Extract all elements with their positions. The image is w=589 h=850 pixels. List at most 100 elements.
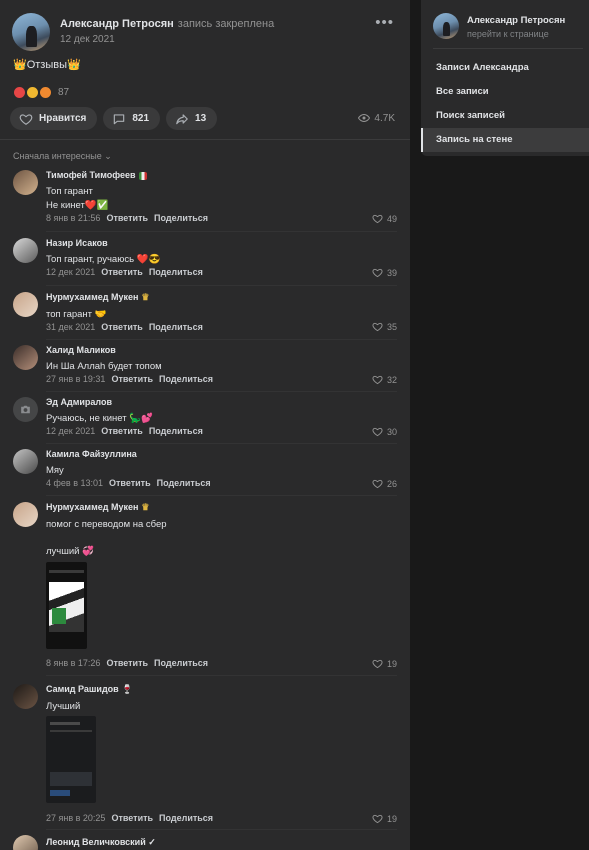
post-author: Александр Петросян запись закреплена — [60, 18, 274, 30]
pinned-label: запись закреплена — [177, 18, 275, 30]
sidebar-item-all-posts[interactable]: Все записи — [421, 80, 589, 104]
comment-like-button[interactable]: 26 — [372, 478, 397, 489]
divider — [46, 495, 397, 496]
comment-text: Топ гарант, ручаюсь ❤️😎 — [46, 254, 161, 265]
go-to-page-link[interactable]: перейти к странице — [467, 29, 565, 39]
comments-count: 821 — [132, 113, 150, 124]
like-button[interactable]: Нравится — [10, 107, 98, 130]
commenter-name[interactable]: Эд Адмиралов — [46, 397, 396, 407]
divider — [46, 443, 397, 444]
reaction-heart-icon — [13, 86, 26, 99]
sidebar-item-search-posts[interactable]: Поиск записей — [421, 104, 589, 128]
flag-icon — [138, 171, 147, 180]
comment-like-button[interactable]: 39 — [372, 267, 397, 278]
reaction-laugh-icon — [26, 86, 39, 99]
post-date[interactable]: 12 дек 2021 — [60, 34, 274, 45]
divider — [46, 675, 397, 676]
post-text: 👑Отзывы👑 — [13, 59, 81, 71]
sort-label: Сначала интересные — [13, 151, 102, 161]
share-comment-button[interactable]: Поделиться — [149, 426, 203, 436]
comment-time[interactable]: 27 янв в 20:25 — [46, 813, 105, 823]
comment-time[interactable]: 27 янв в 19:31 — [46, 374, 105, 384]
camera-icon — [21, 405, 30, 414]
comment-text: Ручаюсь, не кинет 🦕💕 — [46, 413, 153, 424]
reply-button[interactable]: Ответить — [101, 426, 143, 436]
sidebar-name[interactable]: Александр Петросян — [467, 15, 565, 26]
commenter-avatar[interactable] — [13, 835, 38, 850]
commenter-avatar[interactable] — [13, 397, 38, 422]
reply-button[interactable]: Ответить — [101, 322, 143, 332]
reply-button[interactable]: Ответить — [111, 374, 153, 384]
comment-like-button[interactable]: 19 — [372, 813, 397, 824]
comment-item: Нурмухаммед Мукен ♛ топ гарант 🤝 31 дек 2… — [13, 292, 397, 336]
commenter-avatar[interactable] — [13, 238, 38, 263]
share-comment-button[interactable]: Поделиться — [154, 658, 208, 668]
divider — [46, 339, 397, 340]
author-avatar[interactable] — [12, 13, 50, 51]
heart-icon — [19, 113, 33, 125]
sidebar-header[interactable]: Александр Петросян перейти к странице — [433, 13, 565, 39]
sidebar-item-author-posts[interactable]: Записи Александра — [421, 56, 589, 80]
commenter-avatar[interactable] — [13, 684, 38, 709]
comment-time[interactable]: 4 фев в 13:01 — [46, 478, 103, 488]
commenter-avatar[interactable] — [13, 449, 38, 474]
commenter-name[interactable]: Леонид Величковский ✓ — [46, 837, 396, 848]
crown-icon: ♛ — [141, 502, 150, 512]
divider — [46, 391, 397, 392]
comments-sort-dropdown[interactable]: Сначала интересные ⌄ — [13, 151, 112, 162]
reply-button[interactable]: Ответить — [111, 813, 153, 823]
comment-like-button[interactable]: 35 — [372, 321, 397, 332]
sidebar-item-wall-post[interactable]: Запись на стене — [421, 128, 589, 152]
comment-item: Самид Рашидов 🍷 Лучший 27 янв в 20:25 Отве… — [13, 684, 397, 826]
comment-like-button[interactable]: 19 — [372, 658, 397, 669]
comments-button[interactable]: 821 — [103, 107, 161, 130]
commenter-name[interactable]: Назир Исаков — [46, 238, 396, 248]
comment-time[interactable]: 8 янв в 21:56 — [46, 213, 100, 223]
comment-time[interactable]: 31 дек 2021 — [46, 322, 95, 332]
comment-text: Мяу — [46, 465, 64, 476]
reply-button[interactable]: Ответить — [106, 658, 148, 668]
post-panel: Александр Петросян запись закреплена 12 д… — [0, 0, 410, 850]
heart-icon — [372, 659, 383, 669]
reply-button[interactable]: Ответить — [101, 267, 143, 277]
share-comment-button[interactable]: Поделиться — [157, 478, 211, 488]
commenter-name[interactable]: Тимофей Тимофеев — [46, 170, 396, 180]
sidebar-avatar[interactable] — [433, 13, 459, 39]
share-comment-button[interactable]: Поделиться — [149, 267, 203, 277]
comment-like-button[interactable]: 49 — [372, 213, 397, 224]
views-count: 4.7K — [374, 112, 395, 124]
share-button[interactable]: 13 — [166, 107, 218, 130]
reactions-summary[interactable]: 87 — [13, 86, 69, 99]
divider — [0, 139, 410, 140]
divider — [46, 231, 397, 232]
author-name[interactable]: Александр Петросян — [60, 18, 174, 30]
share-comment-button[interactable]: Поделиться — [149, 322, 203, 332]
share-comment-button[interactable]: Поделиться — [154, 213, 208, 223]
commenter-avatar[interactable] — [13, 292, 38, 317]
heart-icon — [372, 814, 383, 824]
commenter-name[interactable]: Нурмухаммед Мукен ♛ — [46, 502, 396, 513]
commenter-avatar[interactable] — [13, 502, 38, 527]
commenter-name[interactable]: Самид Рашидов 🍷 — [46, 684, 396, 695]
heart-icon — [372, 375, 383, 385]
attached-screenshot[interactable] — [46, 562, 87, 649]
attached-screenshot[interactable] — [46, 716, 96, 803]
comment-time[interactable]: 12 дек 2021 — [46, 267, 95, 277]
divider — [433, 48, 583, 49]
commenter-avatar[interactable] — [13, 170, 38, 195]
comment-item: Назир Исаков Топ гарант, ручаюсь ❤️😎 12 … — [13, 238, 397, 282]
share-comment-button[interactable]: Поделиться — [159, 374, 213, 384]
reply-button[interactable]: Ответить — [106, 213, 148, 223]
commenter-avatar[interactable] — [13, 345, 38, 370]
share-comment-button[interactable]: Поделиться — [159, 813, 213, 823]
comment-time[interactable]: 12 дек 2021 — [46, 426, 95, 436]
reply-button[interactable]: Ответить — [109, 478, 151, 488]
commenter-name[interactable]: Камила Файзуллина — [46, 449, 396, 459]
comment-meta: 8 янв в 17:26 Ответить Поделиться — [46, 658, 208, 668]
more-icon[interactable]: ••• — [375, 14, 394, 31]
commenter-name[interactable]: Халид Маликов — [46, 345, 396, 355]
comment-like-button[interactable]: 32 — [372, 374, 397, 385]
comment-like-button[interactable]: 30 — [372, 426, 397, 437]
comment-time[interactable]: 8 янв в 17:26 — [46, 658, 100, 668]
commenter-name[interactable]: Нурмухаммед Мукен ♛ — [46, 292, 396, 303]
